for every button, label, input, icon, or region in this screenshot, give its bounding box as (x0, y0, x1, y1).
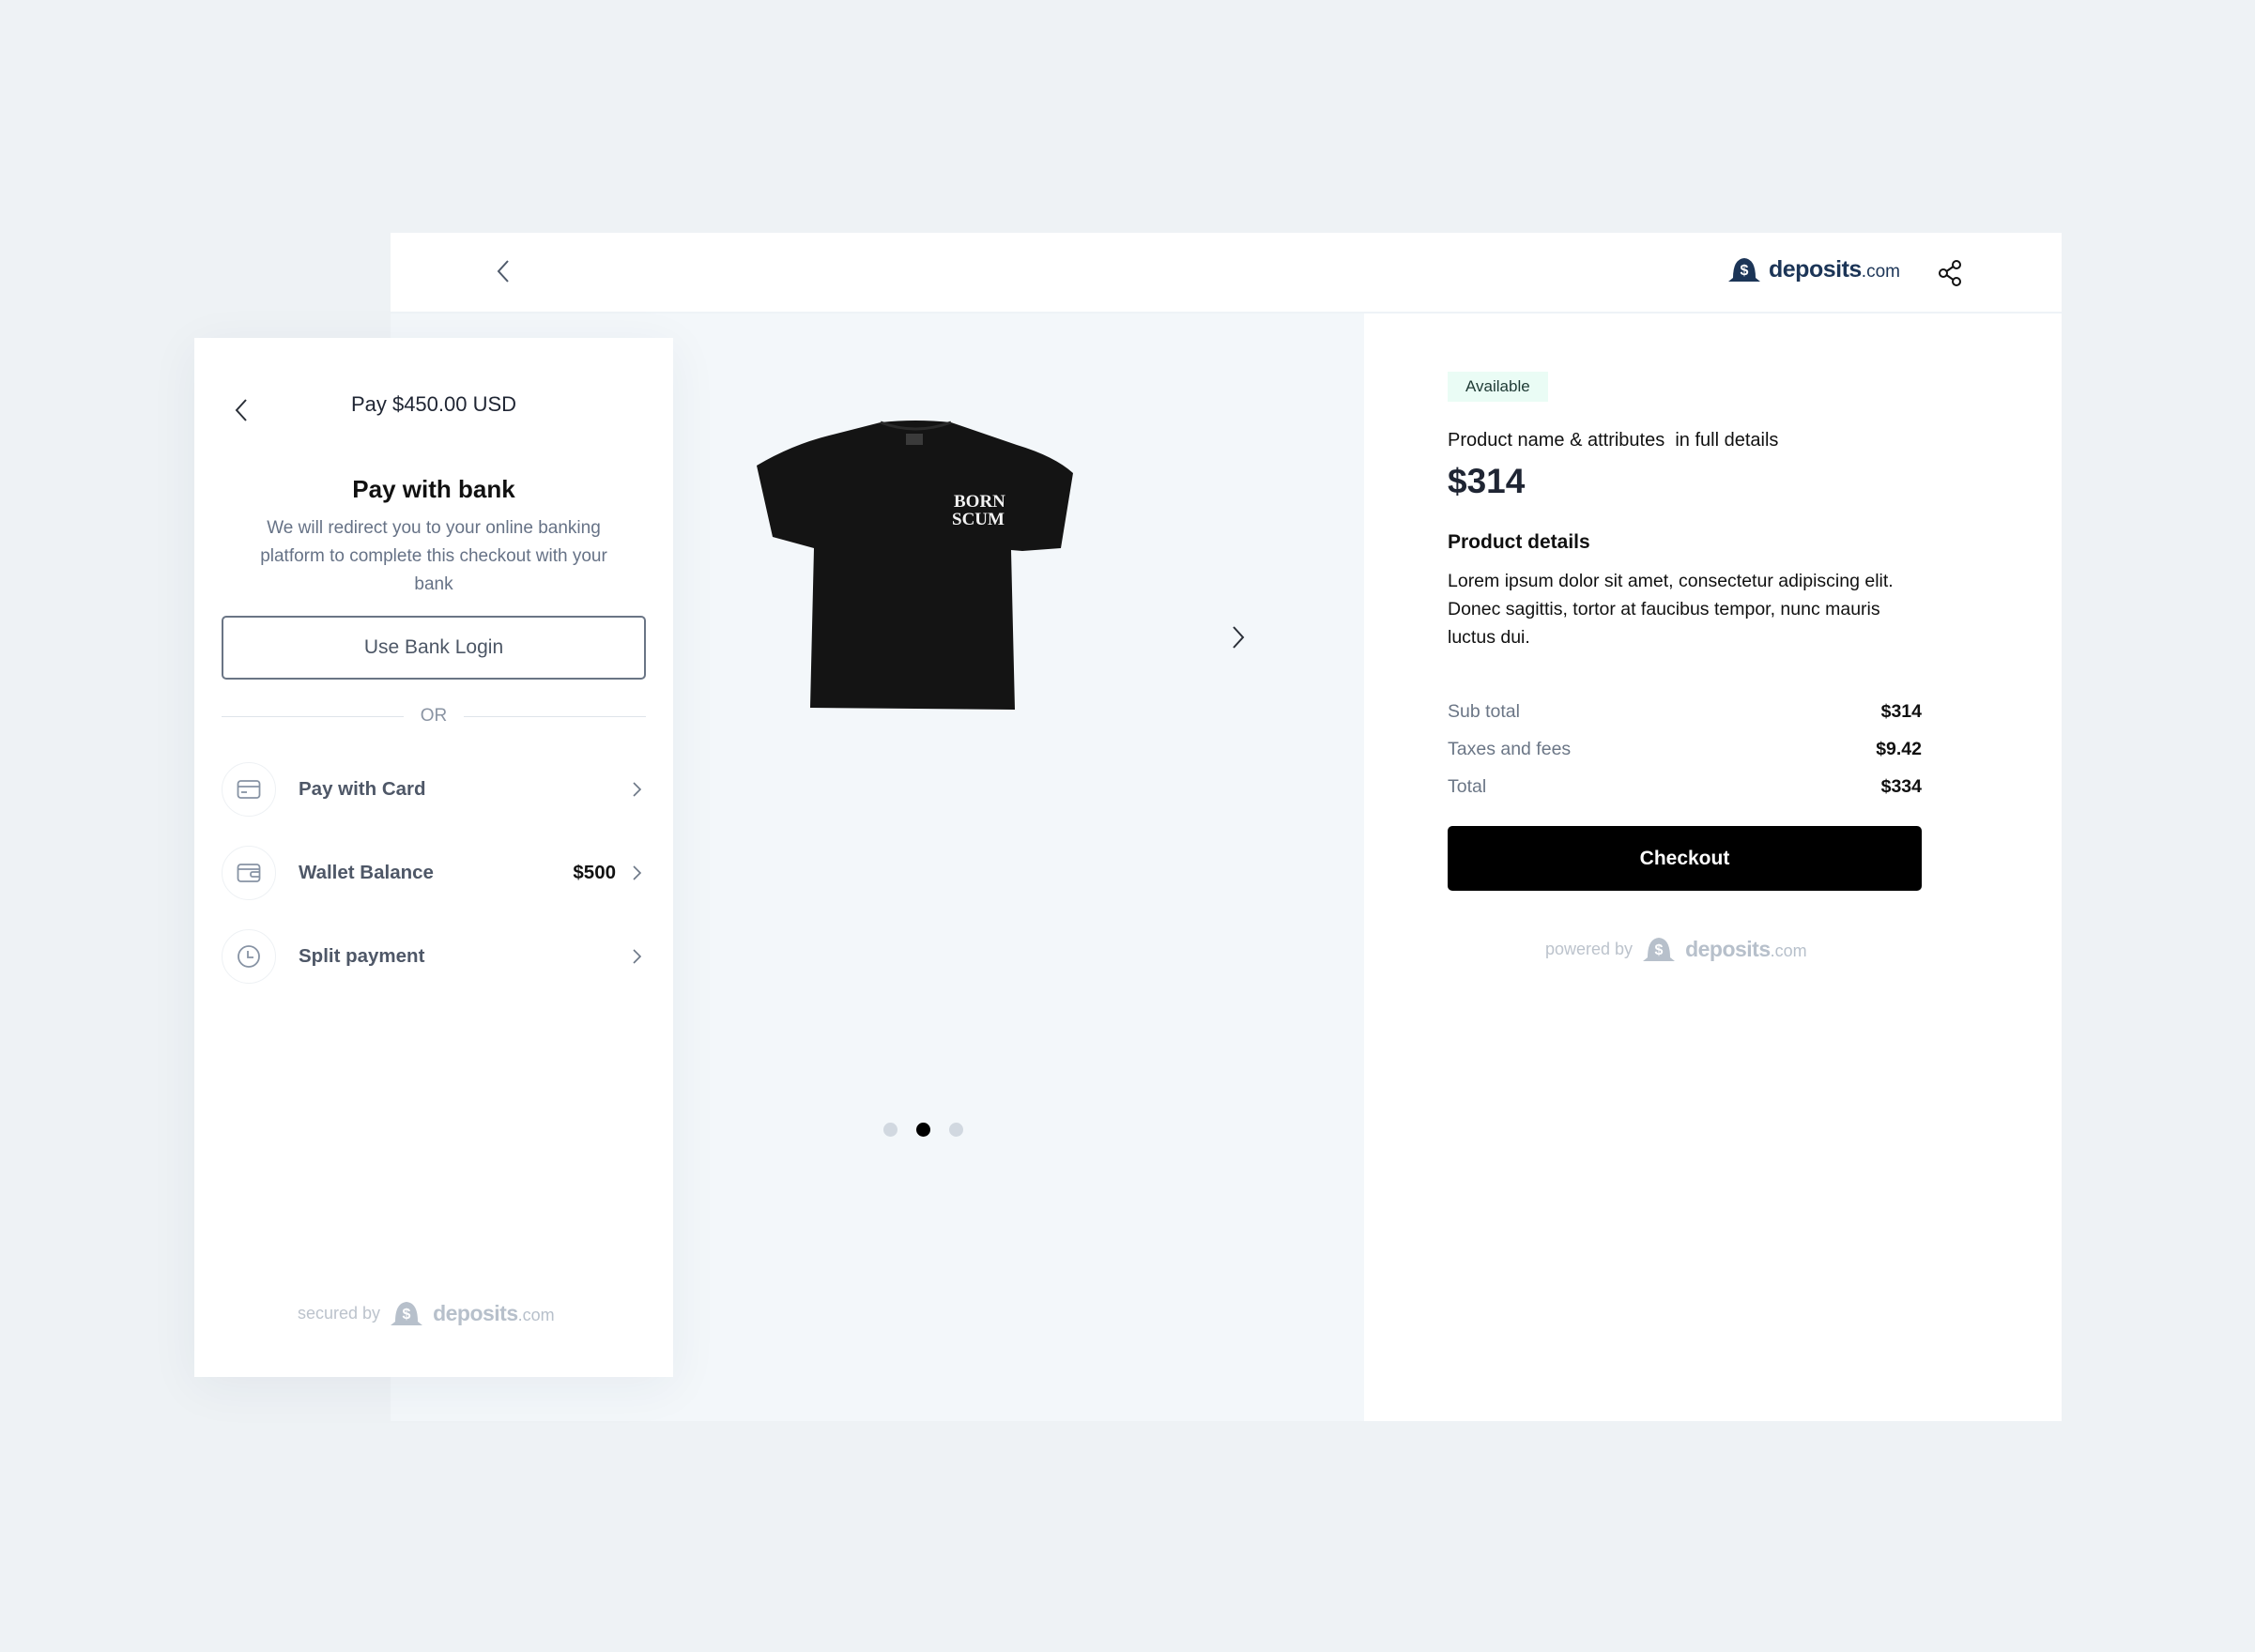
back-button[interactable] (490, 257, 518, 285)
top-bar: $ deposits.com (391, 233, 2062, 314)
chevron-right-icon (1233, 626, 1245, 649)
chevron-right-icon (633, 782, 642, 797)
shirt-print-line2: SCUM (952, 510, 1005, 529)
option-pay-with-card[interactable]: Pay with Card (222, 762, 646, 817)
share-icon (1939, 260, 1961, 286)
chevron-right-icon (633, 865, 642, 880)
carousel-dot-1[interactable] (883, 1123, 897, 1137)
payment-method-panel: Pay $450.00 USD Pay with bank We will re… (194, 338, 673, 1377)
product-price: $314 (1448, 462, 1526, 500)
product-image: BORN SCUM (757, 421, 1073, 710)
product-details-panel: Available Product name & attributes in f… (1364, 314, 2062, 1421)
brand-name: deposits.com (1769, 255, 1900, 283)
use-bank-login-button[interactable]: Use Bank Login (222, 616, 646, 680)
svg-text:$: $ (1741, 263, 1749, 279)
summary-value: $9.42 (1876, 738, 1922, 759)
option-icon-wrapper (222, 762, 276, 817)
brand-logo[interactable]: $ deposits.com (1726, 255, 1900, 283)
order-summary: Sub total $314 Taxes and fees $9.42 Tota… (1448, 693, 1922, 805)
carousel-dot-3[interactable] (949, 1123, 963, 1137)
carousel-indicators (883, 1123, 963, 1137)
shirt-print-line1: BORN (954, 492, 1005, 512)
share-button[interactable] (1936, 259, 1964, 287)
powered-by: powered by $ deposits.com (1545, 935, 1807, 963)
option-icon-wrapper (222, 846, 276, 900)
summary-label: Sub total (1448, 700, 1520, 722)
product-details-title: Product details (1448, 531, 1590, 553)
summary-value: $334 (1880, 775, 1922, 797)
divider-line (222, 715, 404, 717)
summary-value: $314 (1880, 700, 1922, 722)
powered-brand-name: deposits.com (1685, 936, 1807, 961)
option-wallet-balance[interactable]: Wallet Balance $500 (222, 846, 646, 900)
option-split-payment[interactable]: Split payment (222, 929, 646, 984)
secured-brand-name: deposits.com (433, 1300, 555, 1325)
summary-label: Total (1448, 775, 1487, 797)
secured-by: secured by $ deposits.com (298, 1299, 555, 1327)
payment-amount-title: Pay $450.00 USD (350, 392, 517, 416)
money-bag-icon: $ (1728, 258, 1760, 282)
payment-options-list: Pay with Card Wallet Balance $500 Split … (222, 762, 646, 1013)
divider-line (464, 715, 646, 717)
wallet-icon (237, 864, 261, 882)
checkout-button[interactable]: Checkout (1448, 826, 1922, 891)
credit-card-icon (237, 780, 261, 799)
wallet-balance-value: $500 (573, 862, 616, 883)
option-label: Wallet Balance (299, 862, 434, 883)
money-bag-icon: $ (391, 1302, 423, 1325)
option-label: Pay with Card (299, 778, 426, 800)
option-icon-wrapper (222, 929, 276, 984)
carousel-dot-2-active[interactable] (916, 1123, 930, 1137)
product-name: Product name & attributes in full detail… (1448, 430, 1779, 451)
option-label: Split payment (299, 945, 425, 967)
clock-icon (238, 945, 260, 968)
powered-by-label: powered by (1545, 939, 1634, 958)
secured-by-label: secured by (298, 1303, 381, 1323)
svg-text:$: $ (1655, 942, 1664, 958)
next-image-button[interactable] (1224, 623, 1252, 651)
summary-row-taxes: Taxes and fees $9.42 (1448, 730, 1922, 768)
chevron-left-icon (497, 260, 509, 283)
or-divider: OR (222, 706, 646, 727)
pay-with-bank-description: We will redirect you to your online bank… (260, 518, 607, 594)
status-badge: Available (1448, 372, 1548, 402)
product-description: Lorem ipsum dolor sit amet, consectetur … (1448, 571, 1894, 648)
money-bag-icon: $ (1643, 938, 1676, 961)
summary-row-subtotal: Sub total $314 (1448, 693, 1922, 730)
pay-with-bank-heading: Pay with bank (352, 475, 515, 503)
or-label: OR (420, 706, 448, 726)
chevron-right-icon (633, 949, 642, 964)
svg-text:$: $ (403, 1307, 411, 1323)
summary-label: Taxes and fees (1448, 738, 1572, 759)
summary-row-total: Total $334 (1448, 768, 1922, 805)
